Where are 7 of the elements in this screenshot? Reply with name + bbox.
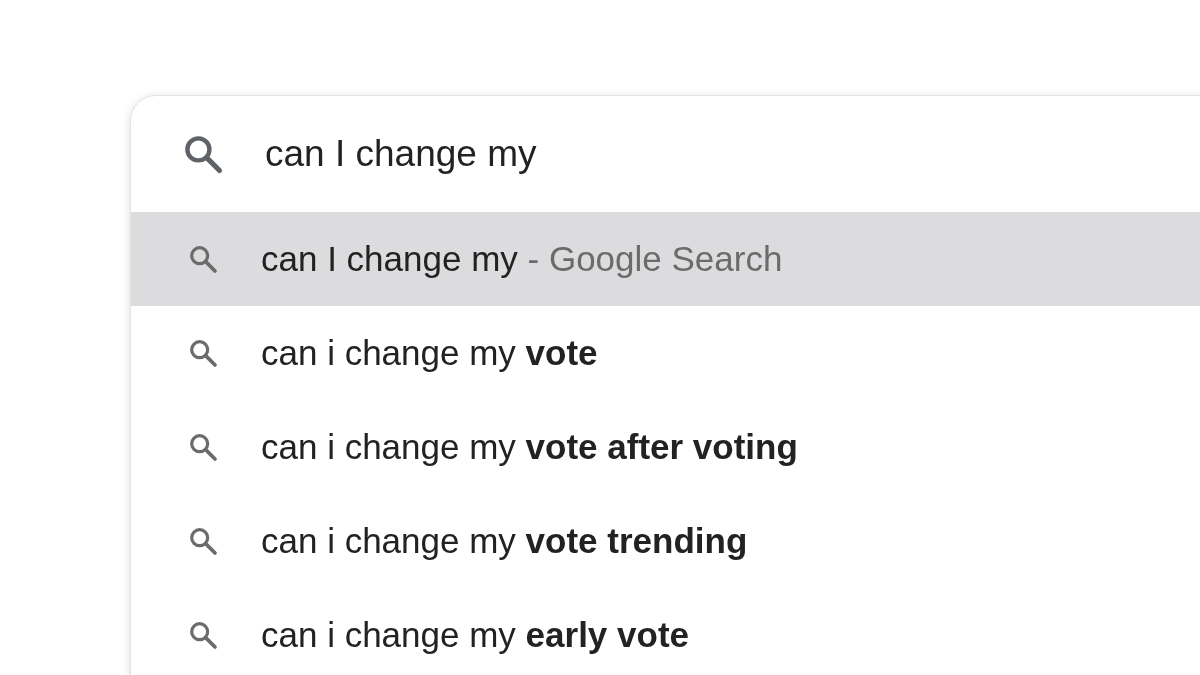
search-icon	[187, 619, 219, 651]
search-icon	[187, 431, 219, 463]
suggestion-item[interactable]: can I change my - Google Search	[131, 212, 1200, 306]
search-icon	[187, 243, 219, 275]
search-icon	[187, 525, 219, 557]
search-field[interactable]: can I change my	[265, 126, 1065, 182]
search-icon	[187, 337, 219, 369]
